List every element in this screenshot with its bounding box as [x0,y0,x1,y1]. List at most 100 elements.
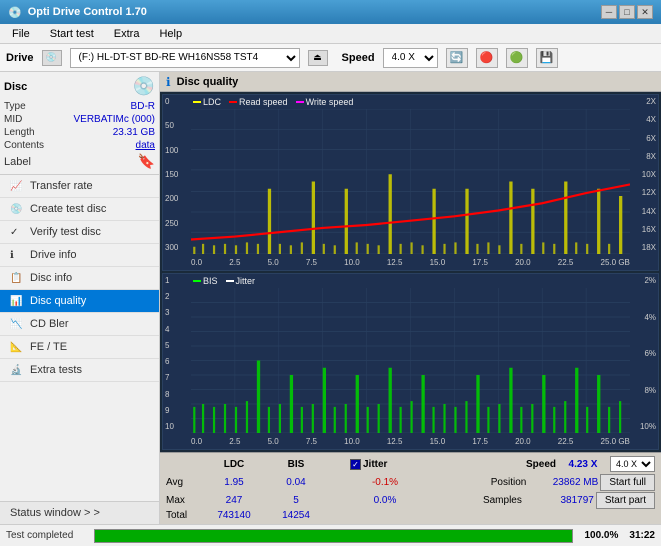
disc-panel: Disc 💿 Type BD-R MID VERBATIMc (000) Len… [0,72,159,175]
menu-file[interactable]: File [4,26,38,42]
maximize-button[interactable]: □ [619,5,635,19]
refresh-button[interactable]: 🔄 [446,48,468,68]
sidebar-item-disc-info[interactable]: 📋 Disc info [0,267,159,290]
speed-dropdown-stat[interactable]: 4.0 X [610,456,655,472]
main-layout: Disc 💿 Type BD-R MID VERBATIMc (000) Len… [0,72,661,524]
disc-label-icon[interactable]: 🔖 [138,153,155,170]
disc-length-label: Length [4,127,35,138]
bis-y-axis-left: 10 9 8 7 6 5 4 3 2 1 [163,274,191,433]
sidebar-item-extra-tests[interactable]: 🔬 Extra tests [0,359,159,382]
avg-ldc: 1.95 [204,477,264,488]
avg-jitter: -0.1% [350,477,420,488]
sidebar-item-label-transfer-rate: Transfer rate [30,180,93,192]
sidebar-item-label-verify-test-disc: Verify test disc [30,226,101,238]
position-label: Position [491,477,527,488]
status-window-label: Status window > > [10,507,100,519]
app-icon: 💿 [8,6,22,19]
jitter-col-header: Jitter [363,459,387,470]
drive-bar: Drive 💿 (F:) HL-DT-ST BD-RE WH16NS58 TST… [0,44,661,72]
sidebar-item-label-cd-bler: CD Bler [30,318,69,330]
toolbar-btn-2[interactable]: 🟢 [506,48,528,68]
avg-row: Avg 1.95 0.04 -0.1% Position 23862 MB St… [166,474,655,491]
progress-percent: 100.0% [581,530,621,541]
cd-bler-icon: 📉 [10,319,24,330]
jitter-checkbox[interactable]: ✓ [350,459,361,470]
start-full-button[interactable]: Start full [600,474,655,491]
ldc-col-header: LDC [204,459,264,470]
progress-time: 31:22 [629,530,655,541]
disc-length-row: Length 23.31 GB [4,127,155,138]
disc-contents-row: Contents data [4,140,155,151]
stats-area: LDC BIS ✓ Jitter Speed 4.23 X 4.0 X Avg … [160,452,661,524]
bis-chart-svg [191,288,630,433]
sidebar-item-cd-bler[interactable]: 📉 CD Bler [0,313,159,336]
drive-select[interactable]: (F:) HL-DT-ST BD-RE WH16NS58 TST4 [70,48,300,68]
charts-area: LDC Read speed Write speed 300 250 200 [160,92,661,452]
jitter-legend-item: Jitter [226,276,256,286]
bis-x-axis: 0.0 2.5 5.0 7.5 10.0 12.5 15.0 17.5 20.0… [191,433,630,449]
app-title: Opti Drive Control 1.70 [28,6,147,18]
samples-label: Samples [483,495,522,506]
max-ldc: 247 [204,495,264,506]
disc-label-label: Label [4,156,31,168]
sidebar-item-label-disc-quality: Disc quality [30,295,86,307]
ldc-chart-svg [191,109,630,254]
create-test-disc-icon: 💿 [10,204,24,215]
disc-icon: 💿 [133,76,155,97]
bis-chart-legend: BIS Jitter [193,276,255,286]
sidebar-item-create-test-disc[interactable]: 💿 Create test disc [0,198,159,221]
drive-action-icon[interactable]: ⏏ [308,50,328,66]
minimize-button[interactable]: ─ [601,5,617,19]
bis-chart: BIS Jitter 10 9 8 7 6 5 4 3 [162,273,659,450]
ldc-chart: LDC Read speed Write speed 300 250 200 [162,94,659,271]
disc-mid-row: MID VERBATIMc (000) [4,114,155,125]
disc-quality-header-icon: ℹ [166,75,171,89]
menu-start-test[interactable]: Start test [42,26,102,42]
disc-length-value: 23.31 GB [113,127,155,138]
sidebar-item-disc-quality[interactable]: 📊 Disc quality [0,290,159,313]
transfer-rate-icon: 📈 [10,181,24,192]
sidebar: Disc 💿 Type BD-R MID VERBATIMc (000) Len… [0,72,160,524]
max-row: Max 247 5 0.0% Samples 381797 Start part [166,492,655,509]
disc-quality-icon: 📊 [10,296,24,307]
bis-y-axis-right: 10% 8% 6% 4% 2% [630,274,658,433]
avg-bis: 0.04 [266,477,326,488]
disc-contents-value[interactable]: data [136,140,155,151]
jitter-header-check[interactable]: ✓ Jitter [350,459,387,470]
position-value: 23862 MB [528,477,598,488]
total-bis: 14254 [266,510,326,521]
total-label: Total [166,510,202,521]
sidebar-item-label-create-test-disc: Create test disc [30,203,106,215]
toolbar-btn-1[interactable]: 🔴 [476,48,498,68]
close-button[interactable]: ✕ [637,5,653,19]
speed-select[interactable]: 4.0 X [383,48,438,68]
disc-mid-label: MID [4,114,22,125]
max-bis: 5 [266,495,326,506]
sidebar-item-drive-info[interactable]: ℹ Drive info [0,244,159,267]
ldc-legend-label: LDC [203,97,221,107]
read-speed-legend-label: Read speed [239,97,288,107]
samples-value: 381797 [524,495,594,506]
disc-info-icon: 📋 [10,273,24,284]
ldc-chart-legend: LDC Read speed Write speed [193,97,353,107]
sidebar-item-label-extra-tests: Extra tests [30,364,82,376]
title-bar-left: 💿 Opti Drive Control 1.70 [8,6,147,19]
menu-extra[interactable]: Extra [106,26,148,42]
start-part-button[interactable]: Start part [596,492,655,509]
menu-help[interactable]: Help [151,26,190,42]
menu-bar: File Start test Extra Help [0,24,661,44]
sidebar-item-verify-test-disc[interactable]: ✓ Verify test disc [0,221,159,244]
status-window-button[interactable]: Status window > > [0,501,159,524]
write-speed-legend-item: Write speed [296,97,354,107]
bis-legend-item: BIS [193,276,218,286]
read-speed-legend-item: Read speed [229,97,288,107]
disc-quality-header: ℹ Disc quality [160,72,661,92]
save-button[interactable]: 💾 [536,48,558,68]
title-bar-controls: ─ □ ✕ [601,5,653,19]
drive-label: Drive [6,52,34,64]
extra-tests-icon: 🔬 [10,365,24,376]
drive-eject-icon[interactable]: 💿 [42,50,62,66]
sidebar-item-label-fe-te: FE / TE [30,341,67,353]
sidebar-item-transfer-rate[interactable]: 📈 Transfer rate [0,175,159,198]
sidebar-item-fe-te[interactable]: 📐 FE / TE [0,336,159,359]
